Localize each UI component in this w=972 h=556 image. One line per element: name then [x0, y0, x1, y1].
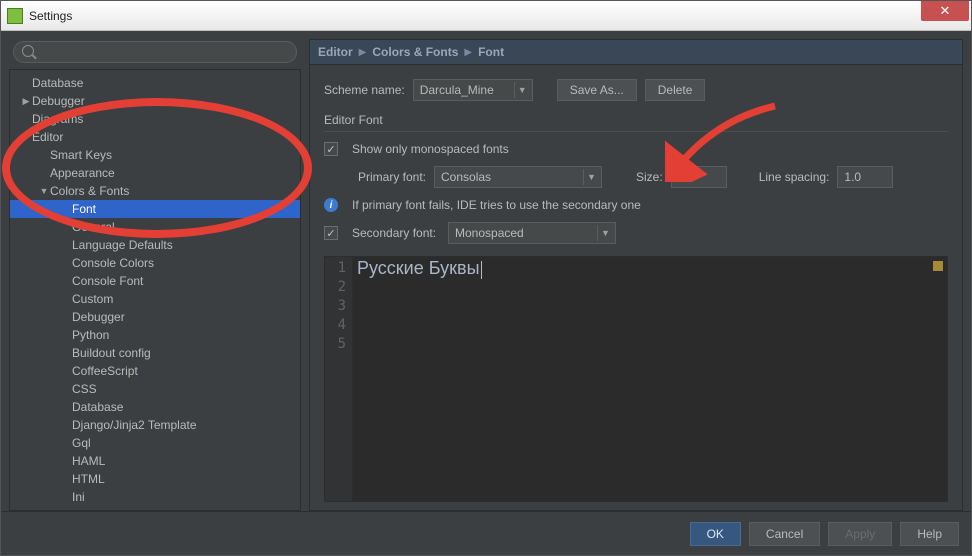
tree-item[interactable]: HAML: [10, 452, 300, 470]
tree-item[interactable]: Debugger: [10, 308, 300, 326]
tree-item-label: CSS: [72, 380, 97, 398]
save-as-button[interactable]: Save As...: [557, 79, 637, 101]
chevron-down-icon: ▼: [514, 82, 530, 98]
tree-item[interactable]: Database: [10, 398, 300, 416]
font-preview[interactable]: 12345 Русские Буквы: [324, 256, 948, 502]
tree-item[interactable]: General: [10, 218, 300, 236]
scheme-select[interactable]: Darcula_Mine ▼: [413, 79, 533, 101]
tree-item[interactable]: Ini: [10, 488, 300, 506]
tree-item-label: Diagrams: [32, 110, 83, 128]
tree-item[interactable]: ▼Colors & Fonts: [10, 182, 300, 200]
tree-item-label: Database: [72, 398, 123, 416]
ok-button[interactable]: OK: [690, 522, 741, 546]
tree-item-label: Smart Keys: [50, 146, 112, 164]
help-button[interactable]: Help: [900, 522, 959, 546]
mono-label: Show only monospaced fonts: [352, 142, 509, 156]
titlebar: Settings ✕: [1, 1, 971, 31]
info-text: If primary font fails, IDE tries to use …: [352, 198, 641, 212]
primary-font-select[interactable]: Consolas ▼: [434, 166, 602, 188]
expand-icon[interactable]: ▼: [38, 182, 50, 200]
tree-item[interactable]: Custom: [10, 290, 300, 308]
mono-checkbox[interactable]: ✓: [324, 142, 338, 156]
delete-button[interactable]: Delete: [645, 79, 706, 101]
tree-item[interactable]: Django/Jinja2 Template: [10, 416, 300, 434]
breadcrumb: Editor ▶ Colors & Fonts ▶ Font: [309, 39, 963, 65]
tree-item-label: Colors & Fonts: [50, 182, 129, 200]
tree-item[interactable]: Gql: [10, 434, 300, 452]
tree-item[interactable]: Console Colors: [10, 254, 300, 272]
tree-item-label: General: [72, 218, 115, 236]
editor-font-group: Editor Font: [324, 113, 948, 132]
tree-item[interactable]: Appearance: [10, 164, 300, 182]
window-title: Settings: [29, 9, 72, 23]
line-spacing-label: Line spacing:: [759, 170, 830, 184]
primary-font-label: Primary font:: [324, 170, 426, 184]
tree-item-label: Gql: [72, 434, 91, 452]
close-icon: ✕: [940, 4, 951, 17]
settings-tree[interactable]: Database▶DebuggerDiagrams▼EditorSmart Ke…: [9, 69, 301, 511]
line-spacing-input[interactable]: [837, 166, 893, 188]
secondary-checkbox[interactable]: ✓: [324, 226, 338, 240]
tree-item[interactable]: Buildout config: [10, 344, 300, 362]
tree-item-label: Debugger: [32, 92, 85, 110]
tree-item-label: HAML: [72, 452, 105, 470]
cancel-button[interactable]: Cancel: [749, 522, 820, 546]
tree-item-label: Database: [32, 74, 83, 92]
tree-item-label: HTML: [72, 470, 105, 488]
tree-item[interactable]: CoffeeScript: [10, 362, 300, 380]
tree-item[interactable]: HTML: [10, 470, 300, 488]
tree-item-label: Console Font: [72, 272, 143, 290]
tree-item[interactable]: Smart Keys: [10, 146, 300, 164]
tree-item[interactable]: Database: [10, 74, 300, 92]
tree-item[interactable]: Font: [10, 200, 300, 218]
expand-icon[interactable]: ▶: [20, 92, 32, 110]
tree-item[interactable]: Python: [10, 326, 300, 344]
tree-item-label: Buildout config: [72, 344, 151, 362]
size-input[interactable]: [671, 166, 727, 188]
chevron-down-icon: ▼: [597, 225, 613, 241]
tree-item[interactable]: ▼Editor: [10, 128, 300, 146]
expand-icon[interactable]: ▼: [20, 128, 32, 146]
tree-item-label: Language Defaults: [72, 236, 173, 254]
tree-item[interactable]: Console Font: [10, 272, 300, 290]
info-icon: i: [324, 198, 338, 212]
search-input[interactable]: [13, 41, 297, 63]
tree-item-label: Custom: [72, 290, 113, 308]
tree-item-label: Font: [72, 200, 96, 218]
tree-item-label: CoffeeScript: [72, 362, 138, 380]
caret: [481, 261, 482, 279]
size-label: Size:: [636, 170, 663, 184]
chevron-right-icon: ▶: [464, 47, 472, 58]
tree-item[interactable]: ▶Debugger: [10, 92, 300, 110]
gutter: 12345: [325, 257, 353, 501]
scheme-name-label: Scheme name:: [324, 83, 405, 97]
tree-item[interactable]: Language Defaults: [10, 236, 300, 254]
tree-item-label: Ini: [72, 488, 85, 506]
tree-item-label: Debugger: [72, 308, 125, 326]
tree-item-label: Appearance: [50, 164, 115, 182]
apply-button: Apply: [828, 522, 892, 546]
marker-icon: [933, 261, 943, 271]
tree-item-label: Python: [72, 326, 109, 344]
tree-item-label: Console Colors: [72, 254, 154, 272]
editor-area[interactable]: Русские Буквы: [353, 257, 947, 501]
tree-item-label: Editor: [32, 128, 63, 146]
close-button[interactable]: ✕: [921, 1, 969, 21]
tree-item[interactable]: CSS: [10, 380, 300, 398]
button-bar: OK Cancel Apply Help: [1, 511, 971, 555]
secondary-font-select[interactable]: Monospaced ▼: [448, 222, 616, 244]
crumb-editor[interactable]: Editor: [318, 45, 353, 59]
tree-item-label: Django/Jinja2 Template: [72, 416, 197, 434]
search-icon: [22, 45, 34, 57]
secondary-font-label: Secondary font:: [352, 226, 440, 240]
chevron-down-icon: ▼: [583, 169, 599, 185]
tree-item[interactable]: Diagrams: [10, 110, 300, 128]
app-icon: [7, 8, 23, 24]
crumb-font[interactable]: Font: [478, 45, 504, 59]
chevron-right-icon: ▶: [359, 47, 367, 58]
crumb-colors-fonts[interactable]: Colors & Fonts: [372, 45, 458, 59]
